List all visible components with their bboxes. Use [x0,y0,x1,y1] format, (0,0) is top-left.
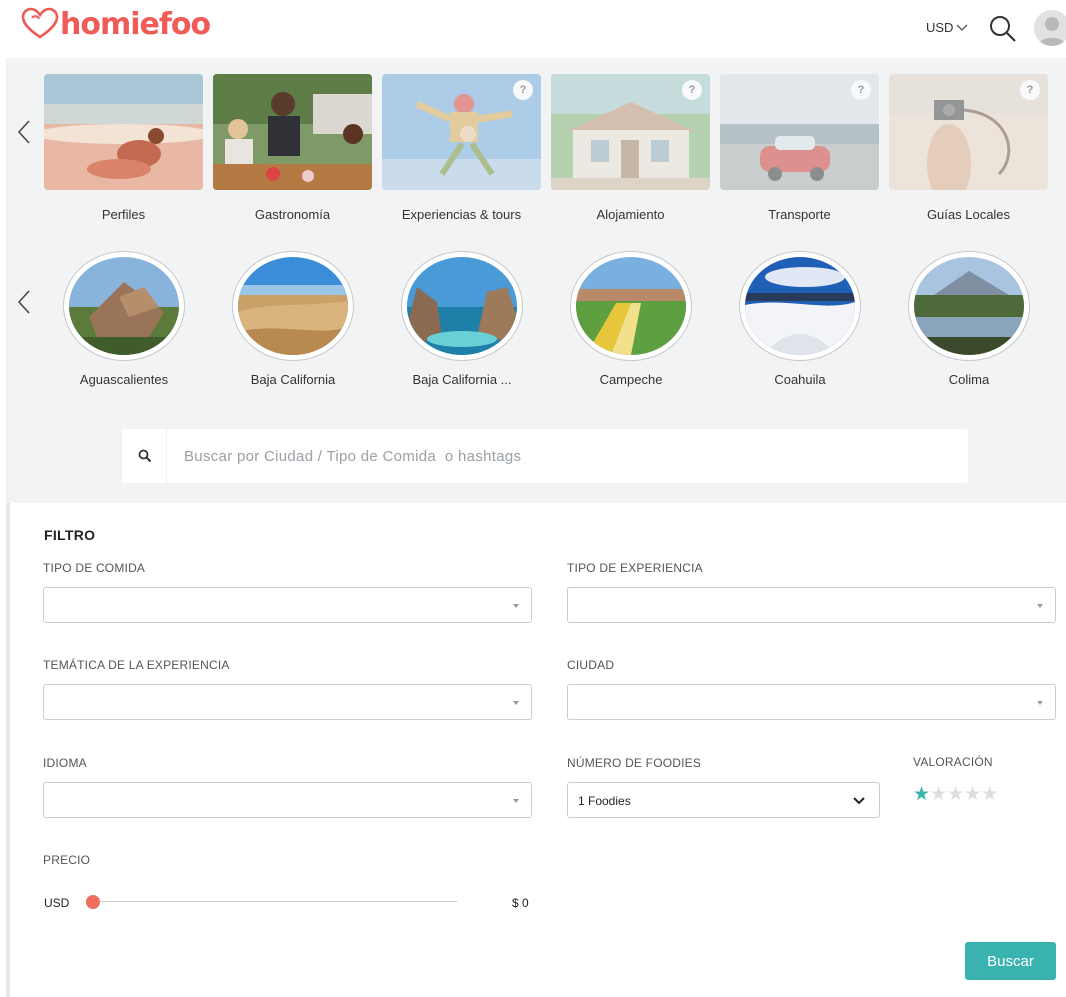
info-badge[interactable]: ? [513,80,533,100]
idioma-select[interactable] [43,782,532,818]
avatar[interactable] [1034,10,1066,46]
state-image-frame [908,251,1030,361]
filter-panel: FILTRO TIPO DE COMIDA TIPO DE EXPERIENCI… [6,503,1066,997]
rating-star[interactable]: ★ [964,785,981,805]
ciudad-select[interactable] [567,684,1056,720]
category-image: ? [720,74,879,190]
states-prev-arrow-icon[interactable] [14,287,34,317]
foodies-label: NÚMERO DE FOODIES [567,756,702,770]
state-label: Coahuila [774,372,826,387]
rating-stars[interactable]: ★ ★ ★ ★ ★ [913,785,998,805]
filter-title: FILTRO [44,527,96,543]
price-value: $ 0 [512,896,529,910]
state-image [407,257,517,355]
state-image [914,257,1024,355]
search-bar [122,429,968,483]
buscar-button[interactable]: Buscar [965,942,1056,980]
category-label: Guías Locales [926,207,1011,222]
search-icon[interactable] [988,14,1018,44]
state-label: Colima [948,372,990,387]
info-badge[interactable]: ? [1020,80,1040,100]
category-card-alojamiento[interactable]: ? Alojamiento [551,74,710,222]
state-label: Baja California [250,372,336,387]
tipo-comida-label: TIPO DE COMIDA [43,561,146,575]
category-label: Perfiles [101,207,146,222]
category-image: ? [382,74,541,190]
currency-selector[interactable]: USD [926,20,968,35]
precio-label: PRECIO [43,853,91,867]
category-image: ? [551,74,710,190]
chevron-down-icon [956,24,968,31]
tipo-comida-select[interactable] [43,587,532,623]
heart-logo-icon [21,7,59,39]
category-card-guias-locales[interactable]: ? Guías Locales [889,74,1048,222]
logo[interactable]: homiefoo [20,6,211,42]
search-icon [138,449,152,463]
tematica-select[interactable] [43,684,532,720]
state-label: Aguascalientes [79,372,169,387]
foodies-select[interactable]: 1 Foodies [567,782,880,818]
header: homiefoo USD [0,0,1066,58]
category-card-transporte[interactable]: ? Transporte [720,74,879,222]
currency-label: USD [926,20,954,35]
dropdown-caret-icon [1037,701,1043,705]
rating-star[interactable]: ★ [981,785,998,805]
ciudad-label: CIUDAD [567,658,615,672]
dropdown-caret-icon [1037,604,1043,608]
state-label: Campeche [599,372,663,387]
price-currency: USD [44,896,70,910]
category-label: Alojamiento [596,207,665,222]
category-card-experiencias[interactable]: ? Experiencias & tours [382,74,541,222]
state-image [745,257,855,355]
category-label: Experiencias & tours [401,207,522,222]
state-image-frame [232,251,354,361]
category-image [44,74,203,190]
rating-star[interactable]: ★ [930,785,947,805]
user-avatar-icon [1034,10,1066,46]
rating-star[interactable]: ★ [947,785,964,805]
category-label: Gastronomía [254,207,331,222]
state-image-frame [63,251,185,361]
valoracion-label: VALORACIÓN [913,755,993,769]
state-image-frame [739,251,861,361]
state-image [69,257,179,355]
state-label: Baja California ... [412,372,512,387]
dropdown-caret-icon [513,799,519,803]
tipo-experiencia-label: TIPO DE EXPERIENCIA [567,561,703,575]
dropdown-caret-icon [513,701,519,705]
category-card-perfiles[interactable]: Perfiles [44,74,203,222]
category-image [213,74,372,190]
state-image [238,257,348,355]
foodies-value: 1 Foodies [578,794,631,808]
category-image: ? [889,74,1048,190]
search-button[interactable] [122,429,167,483]
dropdown-caret-icon [513,604,519,608]
info-badge[interactable]: ? [851,80,871,100]
search-input[interactable] [184,445,884,467]
state-image-frame [570,251,692,361]
info-badge[interactable]: ? [682,80,702,100]
category-label: Transporte [768,207,831,222]
state-image [576,257,686,355]
price-slider-handle[interactable] [86,895,100,909]
idioma-label: IDIOMA [43,756,87,770]
price-slider-track[interactable] [95,901,457,902]
chevron-down-icon [853,797,865,805]
tematica-label: TEMÁTICA DE LA EXPERIENCIA [43,658,230,672]
carousel-prev-arrow-icon[interactable] [14,117,34,147]
state-image-frame [401,251,523,361]
category-card-gastronomia[interactable]: Gastronomía [213,74,372,222]
tipo-experiencia-select[interactable] [567,587,1056,623]
logo-text: homiefoo [60,6,211,42]
rating-star[interactable]: ★ [913,785,930,805]
